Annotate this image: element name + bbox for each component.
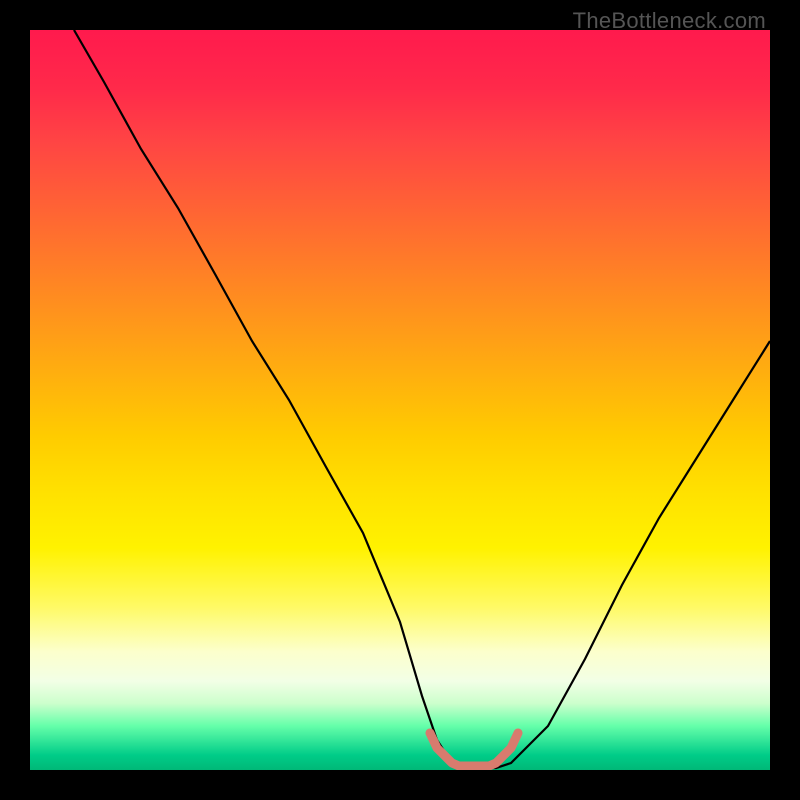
optimal-zone-marker xyxy=(430,733,518,766)
chart-container: TheBottleneck.com xyxy=(0,0,800,800)
bottleneck-curve xyxy=(74,30,770,768)
curve-layer xyxy=(30,30,770,770)
watermark-text: TheBottleneck.com xyxy=(573,8,766,34)
